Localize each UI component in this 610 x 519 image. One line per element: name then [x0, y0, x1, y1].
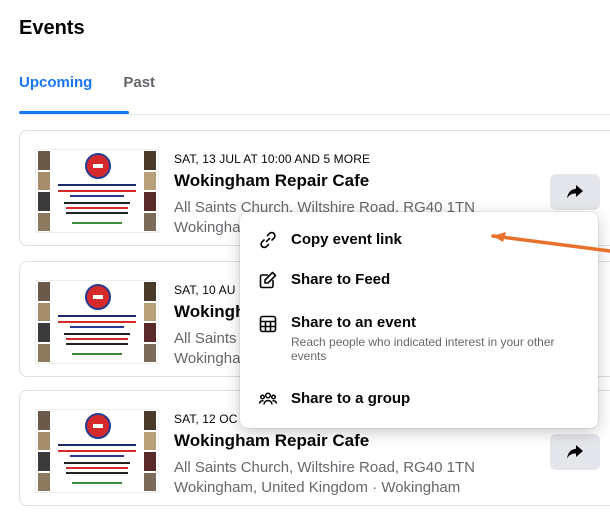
menu-item-label: Share to a group: [291, 390, 411, 407]
event-title[interactable]: Wokingham Repair Cafe: [174, 431, 369, 451]
event-location-line1: All Saints: [174, 330, 237, 347]
menu-item-copy-event-link[interactable]: Copy event link: [240, 229, 598, 253]
share-arrow-icon: [567, 185, 583, 199]
event-date: SAT, 10 AU: [174, 283, 236, 297]
compose-icon: [257, 269, 279, 291]
menu-item-description: Reach people who indicated interest in y…: [291, 335, 555, 363]
event-title[interactable]: Wokingh: [174, 302, 245, 322]
menu-item-label: Share to an event: [291, 314, 417, 331]
event-location-line2: Wokingham, United Kingdom · Wokingham: [174, 479, 461, 496]
event-location-line1: All Saints Church, Wiltshire Road, RG40 …: [174, 459, 475, 476]
share-button[interactable]: [550, 434, 600, 470]
menu-item-share-to-an-event[interactable]: Share to an event Reach people who indic…: [240, 311, 598, 371]
share-button[interactable]: [550, 174, 600, 210]
link-icon: [257, 229, 279, 251]
share-arrow-icon: [567, 445, 583, 459]
tabs-divider: [19, 114, 610, 115]
event-location: All Saints Wokingha: [174, 329, 240, 369]
calendar-grid-icon: [257, 313, 279, 335]
event-location: All Saints Church, Wiltshire Road, RG40 …: [174, 458, 475, 498]
share-menu: Copy event link Share to Feed Share to a…: [240, 212, 598, 428]
event-thumbnail[interactable]: [35, 149, 159, 233]
event-location-line2: Wokingha: [174, 350, 241, 367]
menu-item-label: Share to Feed: [291, 271, 391, 288]
page-title: Events: [19, 17, 85, 39]
event-date: SAT, 13 JUL AT 10:00 AND 5 MORE: [174, 152, 371, 166]
tab-past[interactable]: Past: [123, 74, 155, 91]
event-date: SAT, 12 OC: [174, 412, 238, 426]
menu-item-share-to-feed[interactable]: Share to Feed: [240, 269, 598, 293]
menu-item-share-to-a-group[interactable]: Share to a group: [240, 388, 598, 412]
event-title[interactable]: Wokingham Repair Cafe: [174, 171, 369, 191]
event-thumbnail[interactable]: [35, 280, 159, 364]
tab-upcoming[interactable]: Upcoming: [19, 74, 92, 91]
menu-item-label: Copy event link: [291, 231, 402, 248]
group-icon: [257, 388, 279, 410]
tab-bar: Upcoming Past: [19, 74, 186, 91]
event-thumbnail[interactable]: [35, 409, 159, 493]
